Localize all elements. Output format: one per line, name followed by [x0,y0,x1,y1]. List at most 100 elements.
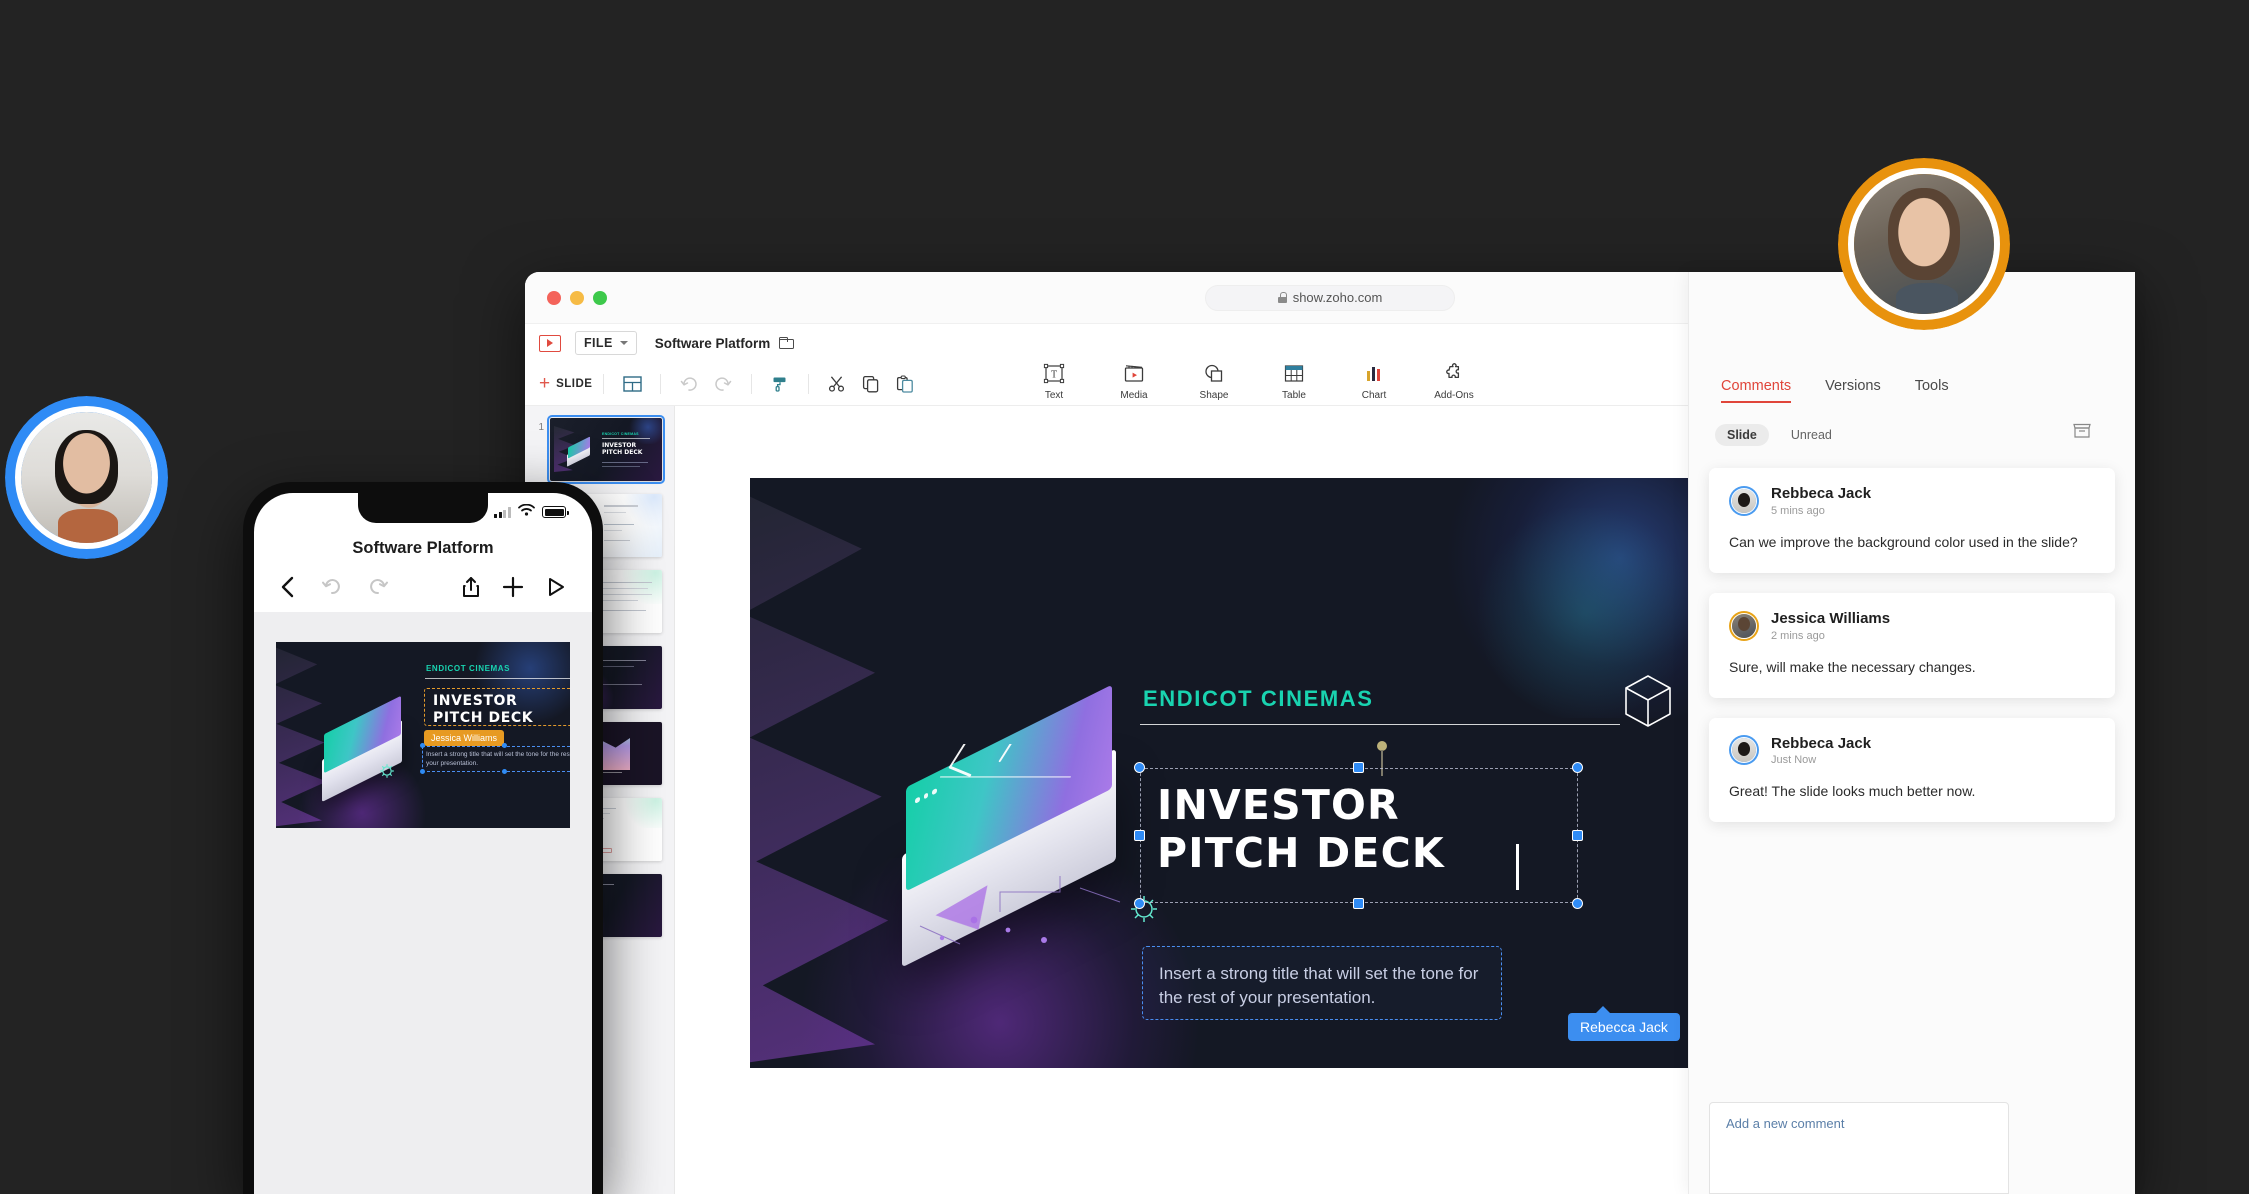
comments-list: Rebbeca Jack 5 mins ago Can we improve t… [1689,468,2135,823]
comments-panel: Comments Versions Tools Slide Unread Reb… [1688,272,2135,1194]
add-slide-button[interactable]: + SLIDE [539,374,592,393]
svg-text:T: T [1051,370,1057,381]
insert-chart-label: Chart [1361,390,1387,401]
undo-icon[interactable] [679,374,699,394]
text-icon: T [1043,363,1065,389]
share-icon[interactable] [462,576,480,598]
rebecca-avatar[interactable] [5,396,168,559]
phone-gear-decoration-icon [380,764,394,778]
resize-handle-w[interactable] [1134,830,1145,841]
battery-icon [542,506,569,518]
resize-handle-se[interactable] [1572,898,1583,909]
close-window-button[interactable] [547,290,561,305]
resize-handle-n[interactable] [1353,762,1364,773]
insert-addons-button[interactable]: Add-Ons [1433,363,1475,401]
new-comment-input[interactable]: Add a new comment [1709,1102,2009,1194]
toolbar-divider [808,373,810,394]
toolbar-divider [660,373,662,394]
phone-screen: Software Platform ENDICOT CINEMAS INVEST… [254,493,592,1194]
text-caret [1516,844,1519,890]
resize-handle-e[interactable] [1572,830,1583,841]
comment-author: Rebbeca Jack [1771,485,1872,502]
window-controls [525,290,607,305]
insert-text-label: Text [1044,390,1064,401]
file-menu-button[interactable]: FILE [575,331,637,355]
phone-resize-handle-ne[interactable] [502,743,507,748]
add-icon[interactable] [502,576,524,598]
filter-unread[interactable]: Unread [1779,424,1844,446]
resize-handle-s[interactable] [1353,898,1364,909]
subtitle-placeholder-text: Insert a strong title that will set the … [1159,964,1479,1008]
add-slide-label: SLIDE [556,377,593,390]
slide-brand-rule [1140,724,1620,726]
jessica-avatar[interactable] [1838,158,2010,330]
minimize-window-button[interactable] [570,290,584,305]
cut-icon[interactable] [827,374,847,394]
title-textbox[interactable]: INVESTOR PITCH DECK [1134,762,1583,909]
cube-icon [1625,675,1671,727]
redo-icon[interactable] [368,578,389,596]
comment-card[interactable]: Jessica Williams 2 mins ago Sure, will m… [1709,592,2115,698]
chart-icon [1363,363,1385,389]
layout-icon[interactable] [622,374,642,394]
slide-canvas[interactable]: ENDICOT CINEMAS INVESTOR PITCH DECK Inse… [750,478,1740,1068]
phone-slide-stage: ENDICOT CINEMAS INVESTOR PITCH DECK Jess… [254,612,592,1194]
maximize-window-button[interactable] [593,290,607,305]
toolbar-divider [751,373,753,394]
addons-icon [1443,363,1465,389]
comment-timestamp: Just Now [1771,754,1817,767]
resize-handle-sw[interactable] [1134,898,1145,909]
filter-slide[interactable]: Slide [1715,424,1769,446]
format-painter-icon[interactable] [770,374,790,394]
folder-icon[interactable] [779,337,795,349]
back-icon[interactable] [280,576,295,598]
play-icon[interactable] [546,576,566,598]
comment-timestamp: 5 mins ago [1771,504,1825,517]
resize-handle-nw[interactable] [1134,762,1145,773]
tab-tools[interactable]: Tools [1915,378,1949,401]
copy-icon[interactable] [861,374,881,394]
phone-resize-handle-nw[interactable] [420,743,425,748]
resize-handle-ne[interactable] [1572,762,1583,773]
insert-table-button[interactable]: Table [1273,363,1315,401]
comment-card[interactable]: Rebbeca Jack Just Now Great! The slide l… [1709,717,2115,823]
media-icon [1123,363,1145,389]
phone-slide-title: INVESTOR PITCH DECK [433,693,534,726]
comment-card[interactable]: Rebbeca Jack 5 mins ago Can we improve t… [1709,468,2115,573]
undo-icon[interactable] [321,578,342,596]
url-text: show.zoho.com [1292,290,1383,305]
insert-chart-button[interactable]: Chart [1353,363,1395,401]
phone-resize-handle-sw[interactable] [420,769,425,774]
insert-shape-button[interactable]: Shape [1193,363,1235,401]
tab-comments[interactable]: Comments [1721,378,1792,403]
phone-resize-handle-se[interactable] [502,769,507,774]
document-title: Software Platform [654,335,771,351]
slide-number: 1 [538,422,544,433]
paste-icon[interactable] [895,374,915,394]
phone-toolbar [254,558,592,612]
subtitle-placeholder-box[interactable]: Insert a strong title that will set the … [1142,946,1502,1020]
comment-header: Rebbeca Jack 5 mins ago [1729,485,2095,517]
archive-icon[interactable] [2073,422,2091,444]
phone-slide[interactable]: ENDICOT CINEMAS INVESTOR PITCH DECK Jess… [276,642,570,828]
file-menu-label: FILE [584,336,613,350]
insert-media-button[interactable]: Media [1113,363,1155,401]
slide-brand-text[interactable]: ENDICOT CINEMAS [1143,686,1374,712]
tab-versions[interactable]: Versions [1825,378,1881,401]
comment-author: Jessica Williams [1771,609,1891,627]
phone-subtitle-placeholder: Insert a strong title that will set the … [426,751,570,768]
comments-panel-tabs: Comments Versions Tools [1689,378,2135,414]
thumbnail-preview[interactable]: ENDICOT CINEMAS INVESTOR PITCH DECK [547,415,665,484]
cellular-icon [494,506,511,518]
phone-title-box[interactable]: INVESTOR PITCH DECK [424,688,570,726]
avatar [1729,485,1759,516]
comment-text: Sure, will make the necessary changes. [1729,658,1976,675]
avatar [1729,610,1759,641]
slide-title-text: INVESTOR PITCH DECK [1157,781,1445,877]
insert-text-button[interactable]: T Text [1033,363,1075,401]
phone-slide-brand: ENDICOT CINEMAS [426,664,511,673]
plus-icon: + [539,373,551,394]
redo-icon[interactable] [713,374,733,394]
phone-collaborator-tag: Jessica Williams [424,730,505,746]
url-bar[interactable]: show.zoho.com [1205,284,1455,311]
